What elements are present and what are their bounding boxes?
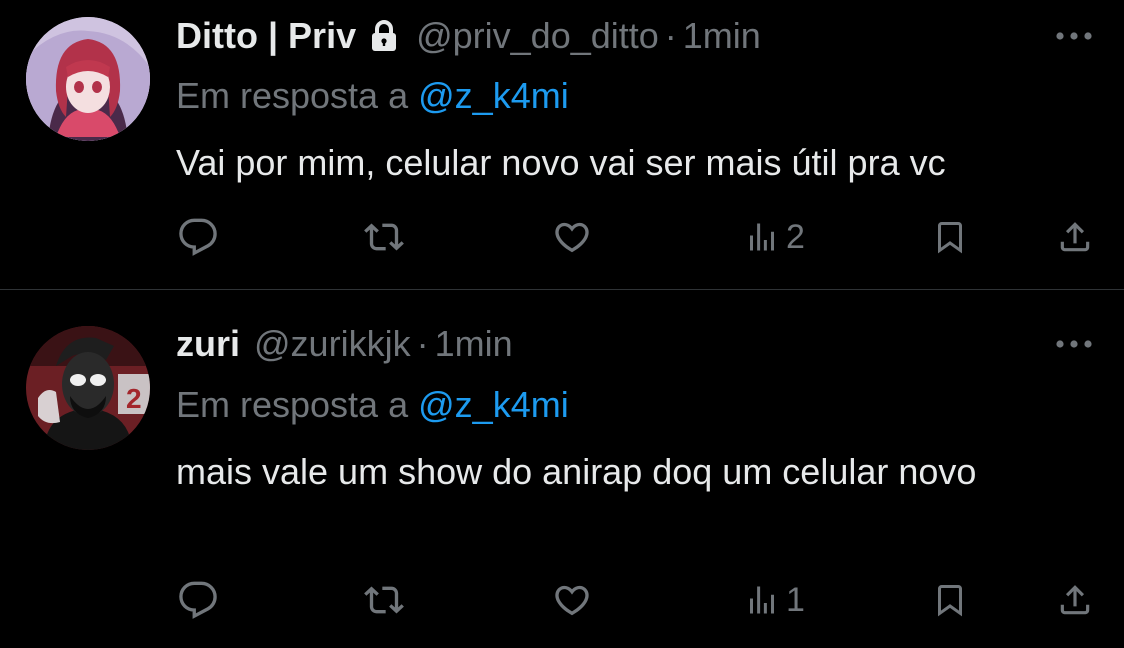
tweet[interactable]: 2 zuri @zurikkjk · 1min Em resposta a @z… (0, 290, 1124, 648)
svg-text:2: 2 (126, 383, 142, 414)
views-icon (750, 223, 774, 251)
views-button[interactable]: 2 (744, 217, 805, 257)
bookmark-icon (938, 585, 962, 617)
reply-icon (179, 218, 217, 256)
user-handle[interactable]: @priv_do_ditto (416, 14, 659, 58)
like-button[interactable] (552, 580, 592, 620)
display-name[interactable]: zuri (176, 322, 240, 366)
reply-context: Em resposta a @z_k4mi (176, 383, 569, 427)
retweet-button[interactable] (362, 580, 406, 620)
display-name[interactable]: Ditto | Priv (176, 14, 356, 58)
timestamp[interactable]: 1min (683, 14, 761, 58)
reply-context: Em resposta a @z_k4mi (176, 74, 569, 118)
share-button[interactable] (1056, 217, 1094, 257)
avatar[interactable]: 2 (26, 326, 150, 450)
reply-button[interactable] (178, 580, 218, 620)
reply-mention-link[interactable]: @z_k4mi (418, 75, 569, 116)
views-count: 1 (786, 580, 805, 619)
bookmark-button[interactable] (932, 580, 968, 620)
tweet-text: mais vale um show do anirap doq um celul… (176, 451, 977, 492)
retweet-icon (364, 586, 404, 614)
separator-dot: · (416, 323, 429, 364)
action-bar: 2 (0, 217, 1124, 257)
share-button[interactable] (1056, 580, 1094, 620)
reply-icon (179, 581, 217, 619)
like-icon (555, 585, 589, 616)
reply-prefix: Em resposta a (176, 75, 409, 116)
like-button[interactable] (552, 217, 592, 257)
views-count: 2 (786, 217, 805, 256)
more-icon[interactable] (1054, 29, 1094, 43)
avatar[interactable] (26, 17, 150, 141)
bookmark-button[interactable] (932, 217, 968, 257)
views-icon (750, 586, 774, 614)
like-icon (555, 222, 589, 253)
retweet-icon (364, 223, 404, 251)
user-handle[interactable]: @zurikkjk (254, 322, 411, 366)
share-icon (1060, 585, 1090, 615)
tweet-header: Ditto | Priv @priv_do_ditto · 1min (176, 14, 761, 58)
bookmark-icon (938, 222, 962, 254)
tweet[interactable]: Ditto | Priv @priv_do_ditto · 1min Em re… (0, 0, 1124, 289)
more-icon[interactable] (1054, 337, 1094, 351)
reply-prefix: Em resposta a (176, 384, 409, 425)
tweet-header: zuri @zurikkjk · 1min (176, 322, 513, 366)
tweet-text: Vai por mim, celular novo vai ser mais ú… (176, 142, 946, 183)
retweet-button[interactable] (362, 217, 406, 257)
separator-dot: · (664, 15, 677, 56)
share-icon (1060, 222, 1090, 252)
reply-button[interactable] (178, 217, 218, 257)
action-bar: 1 (0, 580, 1124, 620)
reply-mention-link[interactable]: @z_k4mi (418, 384, 569, 425)
lock-icon (370, 20, 398, 52)
timestamp[interactable]: 1min (435, 322, 513, 366)
views-button[interactable]: 1 (744, 580, 805, 620)
